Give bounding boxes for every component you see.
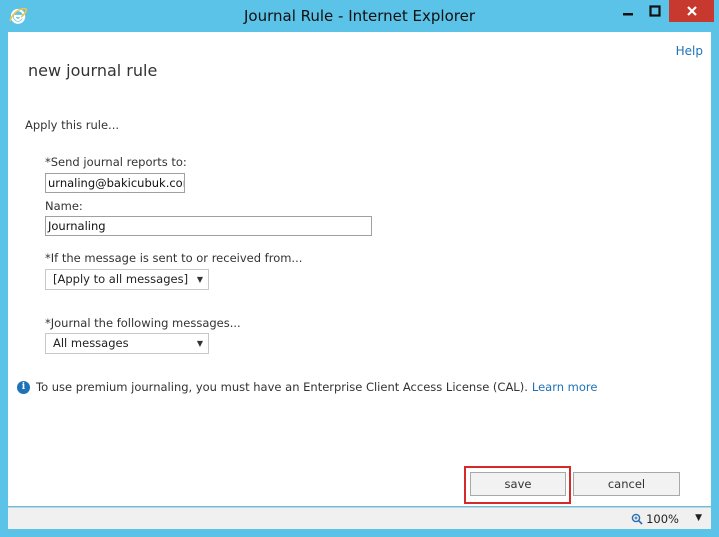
title-bar: Journal Rule - Internet Explorer <box>0 0 719 32</box>
maximize-button[interactable] <box>642 0 668 22</box>
close-icon <box>686 6 697 16</box>
send-reports-label: *Send journal reports to: <box>45 155 187 169</box>
condition-label: *If the message is sent to or received f… <box>45 251 303 265</box>
chevron-down-icon: ▼ <box>196 339 203 348</box>
chevron-down-icon: ▼ <box>196 275 203 284</box>
learn-more-link[interactable]: Learn more <box>532 380 598 394</box>
name-input[interactable]: Journaling <box>45 216 372 236</box>
condition-value: [Apply to all messages] <box>53 272 189 286</box>
close-button[interactable] <box>669 0 714 22</box>
journal-messages-value: All messages <box>53 336 129 350</box>
info-icon: i <box>17 380 30 394</box>
minimize-icon <box>623 13 633 16</box>
journal-messages-label: *Journal the following messages... <box>45 316 241 330</box>
window-title: Journal Rule - Internet Explorer <box>243 7 476 25</box>
condition-dropdown[interactable]: [Apply to all messages] ▼ <box>45 269 209 290</box>
name-label: Name: <box>45 199 83 213</box>
save-button[interactable]: save <box>470 472 566 496</box>
maximize-icon <box>649 5 661 17</box>
zoom-icon <box>631 513 643 525</box>
status-bar: 100% ▼ <box>8 507 711 529</box>
info-message: i To use premium journaling, you must ha… <box>17 380 597 394</box>
page-title: new journal rule <box>28 61 158 80</box>
page-content: Help new journal rule Apply this rule...… <box>8 32 711 506</box>
info-text: To use premium journaling, you must have… <box>36 380 528 394</box>
minimize-button[interactable] <box>615 0 641 22</box>
send-reports-input[interactable]: urnaling@bakicubuk.com <box>45 173 185 193</box>
help-link[interactable]: Help <box>676 44 703 58</box>
browser-window: Journal Rule - Internet Explorer Help ne… <box>0 0 719 537</box>
cancel-button[interactable]: cancel <box>573 472 680 496</box>
zoom-level: 100% <box>646 512 679 526</box>
zoom-dropdown-icon[interactable]: ▼ <box>695 513 702 523</box>
zoom-control[interactable]: 100% <box>631 512 679 526</box>
journal-messages-dropdown[interactable]: All messages ▼ <box>45 333 209 354</box>
section-label: Apply this rule... <box>25 118 120 132</box>
